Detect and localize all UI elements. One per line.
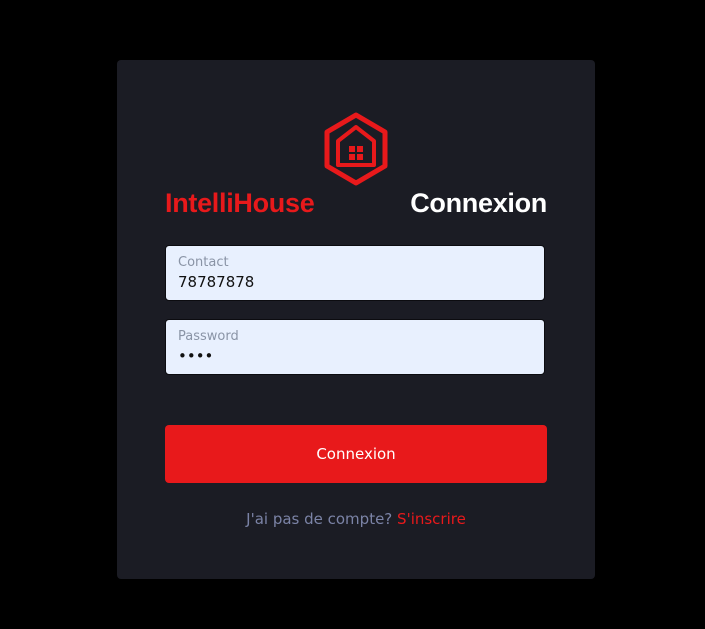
login-button[interactable]: Connexion xyxy=(165,425,547,483)
page-title: Connexion xyxy=(410,188,547,218)
password-field[interactable]: Password xyxy=(165,319,545,375)
contact-input[interactable] xyxy=(178,273,534,291)
contact-field-label: Contact xyxy=(178,255,229,270)
brand-name: IntelliHouse xyxy=(165,188,315,218)
signup-link[interactable]: S'inscrire xyxy=(397,510,466,528)
contact-field[interactable]: Contact xyxy=(165,245,545,301)
house-hexagon-icon xyxy=(324,112,388,186)
signup-question: J'ai pas de compte? xyxy=(246,510,393,528)
password-field-label: Password xyxy=(178,329,239,344)
login-card: IntelliHouse Connexion Contact Password … xyxy=(117,60,595,579)
signup-prompt: J'ai pas de compte? S'inscrire xyxy=(117,510,595,528)
password-input[interactable] xyxy=(178,347,534,365)
